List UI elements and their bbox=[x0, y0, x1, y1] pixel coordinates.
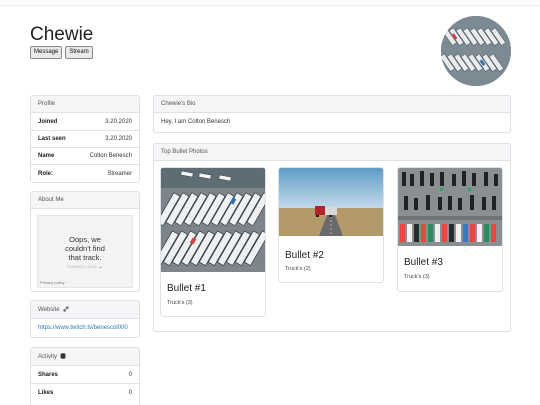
embed-message-line: couldn't find bbox=[65, 244, 105, 253]
profile-row-key: Joined bbox=[38, 118, 58, 125]
profile-row-name: Name Colton Benesch bbox=[31, 148, 139, 165]
profile-row-value: 3.20.2020 bbox=[105, 118, 132, 125]
embed-message-line: Oops, we bbox=[69, 235, 101, 244]
bullet-card-1[interactable]: Bullet #1 Truck's (3) bbox=[160, 167, 266, 317]
website-header: Website bbox=[31, 301, 139, 319]
bullet-title: Bullet #1 bbox=[167, 283, 206, 294]
bio-header: Chewie's Bio bbox=[154, 96, 510, 113]
stream-button[interactable]: Stream bbox=[65, 46, 93, 60]
bullet-photo-2 bbox=[279, 168, 383, 236]
activity-row-value: 0 bbox=[128, 371, 132, 378]
bullet-card-3[interactable]: Bullet #3 Truck's (3) bbox=[397, 167, 503, 292]
cloud-icon: ☁ bbox=[98, 265, 103, 269]
profile-name: Chewie bbox=[30, 24, 94, 45]
profile-row-value: Colton Benesch bbox=[89, 153, 132, 159]
website-card: Website https://www.twitch.tv/benescol00… bbox=[30, 300, 140, 338]
bullet-photo-3 bbox=[398, 168, 502, 246]
bullet-title: Bullet #3 bbox=[404, 257, 443, 268]
bio-card: Chewie's Bio Hey, I am Colton Benesch bbox=[153, 95, 511, 133]
profile-row-key: Name bbox=[38, 153, 55, 159]
embed-message-line: that track. bbox=[68, 253, 102, 262]
top-border bbox=[0, 0, 540, 6]
profile-row-key: Role: bbox=[38, 170, 53, 177]
bio-text: Hey, I am Colton Benesch bbox=[161, 119, 231, 125]
message-button[interactable]: Message bbox=[30, 46, 63, 60]
avatar[interactable] bbox=[441, 16, 511, 86]
profile-card-header: Profile bbox=[31, 96, 139, 113]
profile-card: Profile Joined 3.20.2020 Last seen 3.20.… bbox=[30, 95, 140, 183]
top-bullets-header: Top Bullet Photos bbox=[154, 144, 510, 161]
profile-row-key: Last seen bbox=[38, 136, 66, 142]
database-icon bbox=[60, 352, 66, 361]
bullet-subtitle: Truck's (3) bbox=[404, 274, 430, 280]
activity-row-value: 0 bbox=[128, 390, 132, 396]
profile-row-last-seen: Last seen 3.20.2020 bbox=[31, 131, 139, 148]
activity-header-label: Activity bbox=[38, 353, 58, 360]
activity-row-shares: Shares 0 bbox=[31, 366, 139, 384]
privacy-policy-link[interactable]: Privacy policy bbox=[40, 280, 64, 285]
bullet-photo-1 bbox=[161, 168, 265, 272]
bullet-title: Bullet #2 bbox=[285, 250, 324, 261]
profile-row-value: 3.20.2020 bbox=[105, 136, 132, 142]
soundcloud-brand: SOUNDCLOUD bbox=[67, 265, 98, 269]
activity-row-key: Likes bbox=[38, 390, 54, 396]
bullet-subtitle: Truck's (3) bbox=[167, 300, 193, 306]
website-header-label: Website bbox=[38, 306, 60, 313]
soundcloud-embed[interactable]: Oops, we couldn't find that track. SOUND… bbox=[37, 215, 133, 288]
profile-row-joined: Joined 3.20.2020 bbox=[31, 113, 139, 131]
bullet-subtitle: Truck's (2) bbox=[285, 266, 311, 272]
embed-message: Oops, we couldn't find that track. bbox=[38, 235, 132, 262]
activity-row-likes: Likes 0 bbox=[31, 384, 139, 402]
profile-row-role: Role: Streamer bbox=[31, 165, 139, 182]
avatar-image bbox=[441, 16, 511, 86]
about-me-card: About Me Oops, we couldn't find that tra… bbox=[30, 191, 140, 292]
profile-row-value: Streamer bbox=[107, 170, 132, 177]
activity-card: Activity Shares 0 Likes 0 bbox=[30, 347, 140, 405]
activity-header: Activity bbox=[31, 348, 139, 366]
about-me-header: About Me bbox=[31, 192, 139, 209]
profile-actions: Message Stream bbox=[30, 46, 93, 60]
activity-row-key: Shares bbox=[38, 371, 59, 378]
soundcloud-logo: SOUNDCLOUD ☁ bbox=[38, 265, 132, 269]
bullet-card-2[interactable]: Bullet #2 Truck's (2) bbox=[278, 167, 384, 283]
website-link[interactable]: https://www.twitch.tv/benescol000 bbox=[31, 319, 139, 337]
link-icon bbox=[63, 305, 69, 314]
